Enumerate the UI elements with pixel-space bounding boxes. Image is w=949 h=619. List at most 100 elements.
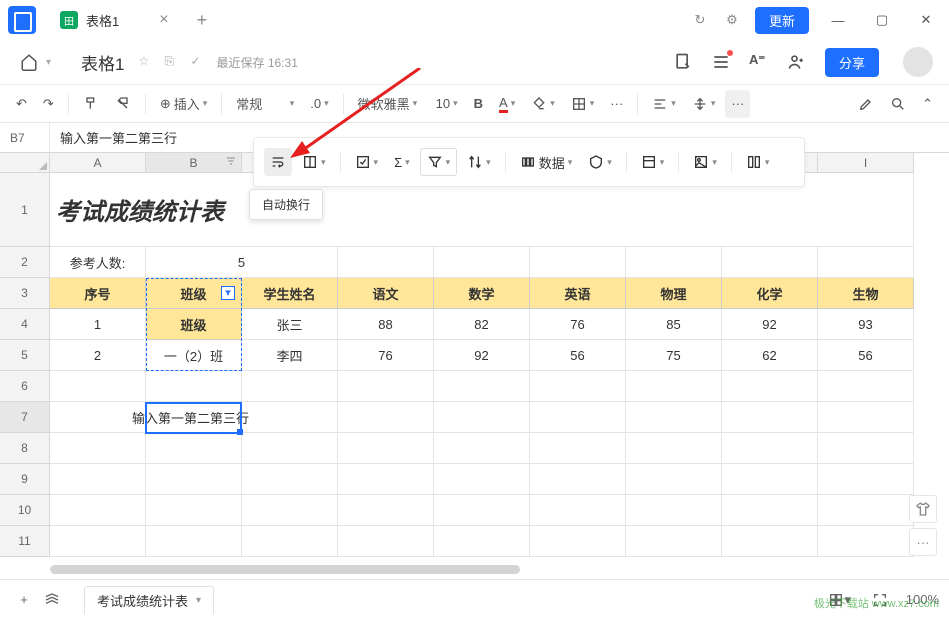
cell[interactable]: 56: [530, 340, 626, 371]
halign-button[interactable]: ▾: [646, 90, 682, 118]
rowcol-button[interactable]: ▾: [740, 148, 776, 176]
horizontal-scrollbar[interactable]: [50, 565, 935, 575]
name-box[interactable]: B7: [0, 123, 50, 152]
refresh-icon[interactable]: ↻: [691, 11, 709, 29]
valign-button[interactable]: ▾: [686, 90, 722, 118]
share-button[interactable]: 分享: [825, 48, 879, 77]
home-caret-icon[interactable]: ▾: [46, 57, 51, 68]
expand-up-button[interactable]: ⌃: [916, 90, 939, 118]
cell[interactable]: 75: [626, 340, 722, 371]
header-cell[interactable]: 生物: [818, 278, 914, 309]
font-color-button[interactable]: A▾: [493, 90, 521, 118]
data-menu-button[interactable]: 数据▾: [514, 148, 579, 176]
document-title[interactable]: 表格1: [81, 50, 124, 75]
cell[interactable]: 93: [818, 309, 914, 340]
sheet-tab[interactable]: 考试成绩统计表▾: [84, 586, 214, 614]
redo-button[interactable]: ↷: [37, 90, 60, 118]
home-icon[interactable]: [16, 49, 42, 75]
star-icon[interactable]: ☆: [139, 54, 155, 70]
row-header[interactable]: 3: [0, 278, 50, 309]
sheet-list-button[interactable]: [38, 586, 66, 614]
row-header[interactable]: 6: [0, 371, 50, 402]
cell[interactable]: 张三: [242, 309, 338, 340]
row-header[interactable]: 4: [0, 309, 50, 340]
minimize-button[interactable]: —: [823, 5, 853, 35]
row-header[interactable]: 5: [0, 340, 50, 371]
cell[interactable]: 82: [434, 309, 530, 340]
col-header[interactable]: I: [818, 153, 914, 173]
col-header[interactable]: B: [146, 153, 242, 173]
share-people-icon[interactable]: [787, 52, 807, 72]
list-icon[interactable]: [711, 52, 731, 72]
header-cell[interactable]: 学生姓名: [242, 278, 338, 309]
wrap-text-button[interactable]: [264, 148, 292, 176]
cell[interactable]: 5: [146, 247, 338, 278]
format-painter-button[interactable]: [77, 90, 105, 118]
status-bar: + 考试成绩统计表▾ ▾ 100%: [0, 579, 949, 619]
validation-button[interactable]: ▾: [582, 148, 618, 176]
cell[interactable]: 85: [626, 309, 722, 340]
clear-format-button[interactable]: [109, 90, 137, 118]
move-icon[interactable]: ⎘: [165, 54, 181, 70]
add-tab-button[interactable]: +: [197, 10, 208, 31]
cell[interactable]: 2: [50, 340, 146, 371]
row-header[interactable]: 9: [0, 464, 50, 495]
fill-color-button[interactable]: ▾: [525, 90, 561, 118]
header-cell[interactable]: 英语: [530, 278, 626, 309]
more-format-button[interactable]: ···: [604, 90, 629, 118]
edit-mode-icon[interactable]: [852, 90, 880, 118]
document-tab[interactable]: 表格1 ×: [46, 4, 183, 36]
feedback-shirt-icon[interactable]: [909, 495, 937, 523]
close-tab-icon[interactable]: ×: [159, 11, 168, 29]
row-header[interactable]: 2: [0, 247, 50, 278]
header-cell[interactable]: 语文: [338, 278, 434, 309]
active-cell[interactable]: 输入第一第二第三行: [146, 402, 242, 433]
filter-hint-icon[interactable]: [225, 155, 237, 170]
cell[interactable]: 56: [818, 340, 914, 371]
settings-gear-icon[interactable]: ⚙: [723, 11, 741, 29]
header-cell[interactable]: 序号: [50, 278, 146, 309]
search-button[interactable]: [884, 90, 912, 118]
cell[interactable]: 92: [434, 340, 530, 371]
border-button[interactable]: ▾: [565, 90, 601, 118]
add-sheet-button[interactable]: +: [10, 586, 38, 614]
cell[interactable]: 88: [338, 309, 434, 340]
image-button[interactable]: ▾: [687, 148, 723, 176]
cell[interactable]: 76: [530, 309, 626, 340]
row-header[interactable]: 7: [0, 402, 50, 433]
col-header[interactable]: A: [50, 153, 146, 173]
row-header[interactable]: 1: [0, 173, 50, 247]
header-cell[interactable]: 化学: [722, 278, 818, 309]
cell[interactable]: 1: [50, 309, 146, 340]
header-cell[interactable]: 数学: [434, 278, 530, 309]
cell[interactable]: 76: [338, 340, 434, 371]
close-window-button[interactable]: ✕: [911, 5, 941, 35]
filter-icon[interactable]: [221, 286, 235, 300]
select-all-corner[interactable]: [0, 153, 50, 173]
header-cell[interactable]: 物理: [626, 278, 722, 309]
header-cell[interactable]: 班级: [146, 278, 242, 309]
cell[interactable]: 班级: [146, 309, 242, 340]
fontsize-select[interactable]: 10▾: [430, 90, 464, 118]
cell[interactable]: 参考人数:: [50, 247, 146, 278]
cell[interactable]: 李四: [242, 340, 338, 371]
freeze-button[interactable]: ▾: [635, 148, 671, 176]
sheet-icon: [60, 11, 78, 29]
undo-button[interactable]: ↶: [10, 90, 33, 118]
font-aa-icon[interactable]: A⁼: [749, 52, 769, 72]
insert-button[interactable]: ⊕ 插入▾: [154, 90, 213, 118]
row-header[interactable]: 10: [0, 495, 50, 526]
more-actions-icon[interactable]: ···: [909, 528, 937, 556]
bold-button[interactable]: B: [468, 90, 489, 118]
cell[interactable]: 92: [722, 309, 818, 340]
update-button[interactable]: 更新: [755, 7, 809, 34]
maximize-button[interactable]: ▢: [867, 5, 897, 35]
cell[interactable]: 一（2）班: [146, 340, 242, 371]
doc-tool-icon[interactable]: [673, 52, 693, 72]
row-header[interactable]: 11: [0, 526, 50, 557]
sort-button[interactable]: ▾: [461, 148, 497, 176]
row-header[interactable]: 8: [0, 433, 50, 464]
overflow-menu-button[interactable]: ···: [725, 90, 750, 118]
user-avatar[interactable]: [903, 47, 933, 77]
cell[interactable]: 62: [722, 340, 818, 371]
